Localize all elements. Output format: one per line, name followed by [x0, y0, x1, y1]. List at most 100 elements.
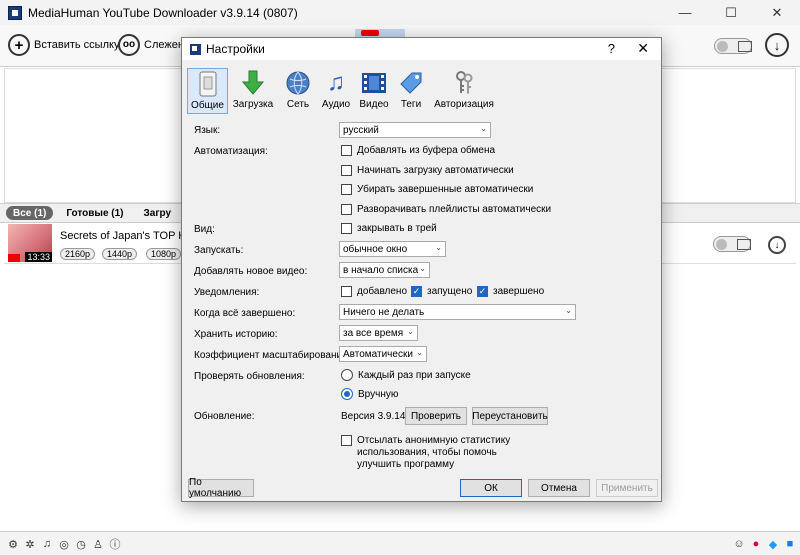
tab-label: Теги: [400, 99, 422, 110]
checkbox-box: [341, 165, 352, 176]
reddit-icon[interactable]: ●: [749, 537, 763, 551]
launch-label: Запускать:: [194, 245, 244, 256]
notify-added-checkbox[interactable]: добавлено: [341, 286, 407, 297]
notify-finished-checkbox[interactable]: ✓ завершено: [477, 286, 544, 297]
reinstall-button[interactable]: Переустановить: [472, 407, 548, 425]
notify-started-checkbox[interactable]: ✓ запущено: [411, 286, 472, 297]
phone-icon: [194, 70, 222, 98]
youtube-icon: [8, 254, 20, 262]
scale-value: Автоматически: [343, 348, 413, 360]
auto-clipboard-checkbox[interactable]: Добавлять из буфера обмена: [341, 145, 495, 156]
tab-download[interactable]: Загрузка: [232, 68, 274, 114]
help-button[interactable]: ?: [608, 41, 615, 56]
checkbox-box: [341, 145, 352, 156]
auto-expand-playlists-checkbox[interactable]: Разворачивать плейлисты автоматически: [341, 204, 551, 215]
facebook-icon[interactable]: ■: [783, 537, 797, 551]
close-window-button[interactable]: ✕: [754, 0, 800, 25]
update-on-start-radio[interactable]: Каждый раз при запуске: [341, 369, 471, 381]
filter-all[interactable]: Все (1): [6, 206, 54, 220]
resolution-chip[interactable]: 1440p: [102, 248, 138, 260]
dialog-app-icon: [190, 43, 201, 55]
window-titlebar: MediaHuman YouTube Downloader v3.9.14 (0…: [0, 0, 800, 25]
twitter-icon[interactable]: ◆: [766, 537, 780, 551]
launch-value: обычное окно: [343, 243, 408, 255]
chevron-down-icon: ⌄: [480, 124, 487, 133]
update-label: Обновление:: [194, 411, 255, 422]
plus-icon: +: [8, 34, 30, 56]
minimize-to-tray-checkbox[interactable]: закрывать в трей: [341, 223, 437, 234]
send-stats-checkbox[interactable]: Отсылать анонимную статистику использова…: [341, 435, 510, 471]
music-icon[interactable]: ♫: [40, 537, 54, 551]
apply-button[interactable]: Применить: [596, 479, 658, 497]
history-select[interactable]: за все время ⌄: [339, 325, 418, 341]
gear-icon[interactable]: ✲: [23, 537, 37, 551]
tab-video[interactable]: Видео: [358, 68, 390, 114]
users-icon[interactable]: ♙: [91, 537, 105, 551]
settings-icon[interactable]: ⚙: [6, 537, 20, 551]
checkbox-box: [341, 435, 352, 446]
auto-remove-checkbox[interactable]: Убирать завершенные автоматически: [341, 184, 533, 195]
item-player-icon: [737, 239, 751, 250]
face-icon[interactable]: ☺: [732, 537, 746, 551]
scale-select[interactable]: Автоматически ⌄: [339, 346, 427, 362]
view-label: Вид:: [194, 224, 215, 235]
chevron-down-icon: ⌄: [416, 348, 423, 357]
info-icon[interactable]: ⓘ: [108, 537, 122, 551]
check-updates-button[interactable]: Проверить: [405, 407, 467, 425]
checkmark-icon: ✓: [477, 286, 488, 297]
snail-icon[interactable]: ◎: [57, 537, 71, 551]
item-download-button[interactable]: ↓: [768, 236, 786, 254]
checkbox-box: [341, 223, 352, 234]
paste-link-button[interactable]: + Вставить ссылку: [8, 34, 119, 56]
launch-select[interactable]: обычное окно ⌄: [339, 241, 446, 257]
restore-defaults-button[interactable]: По умолчанию: [188, 477, 254, 499]
paste-link-label: Вставить ссылку: [34, 39, 120, 51]
download-all-button[interactable]: ↓: [765, 33, 789, 57]
filter-downloads[interactable]: Загру: [137, 206, 179, 220]
settings-dialog: Настройки ? ✕ Общие Загрузка Сеть ♫ Ауди…: [181, 37, 662, 502]
radio-label: Вручную: [358, 388, 399, 400]
history-value: за все время: [343, 327, 404, 339]
when-done-select[interactable]: Ничего не делать ⌄: [339, 304, 576, 320]
status-bar: ⚙ ✲ ♫ ◎ ◷ ♙ ⓘ ☺ ● ◆ ■: [0, 531, 800, 555]
resolution-chip[interactable]: 2160p: [60, 248, 96, 260]
radio-button-selected: [341, 388, 353, 400]
radio-button: [341, 369, 353, 381]
download-arrow-icon: [239, 69, 267, 97]
auto-start-checkbox[interactable]: Начинать загрузку автоматически: [341, 165, 514, 176]
globe-icon: [284, 69, 312, 97]
ok-button[interactable]: ОК: [460, 479, 522, 497]
tab-audio[interactable]: ♫ Аудио: [320, 68, 352, 114]
checkbox-label: закрывать в трей: [357, 223, 437, 234]
update-manual-radio[interactable]: Вручную: [341, 388, 398, 400]
checkbox-label: Убирать завершенные автоматически: [357, 184, 534, 195]
when-done-value: Ничего не делать: [343, 306, 425, 318]
filter-done[interactable]: Готовые (1): [59, 206, 130, 220]
checkbox-label: добавлено: [357, 286, 408, 297]
cancel-button[interactable]: Отмена: [528, 479, 590, 497]
tab-label: Загрузка: [232, 99, 274, 110]
chevron-down-icon: ⌄: [565, 306, 572, 315]
language-select[interactable]: русский ⌄: [339, 122, 491, 138]
add-new-select[interactable]: в начало списка ⌄: [339, 262, 430, 278]
dialog-titlebar: Настройки ? ✕: [182, 38, 661, 60]
scale-label: Коэффициент масштабирования:: [194, 350, 351, 361]
language-value: русский: [343, 124, 379, 136]
tab-label: Аудио: [321, 99, 351, 110]
when-done-label: Когда всё завершено:: [194, 308, 296, 319]
checkbox-box: [341, 184, 352, 195]
tab-network[interactable]: Сеть: [280, 68, 316, 114]
dialog-close-button[interactable]: ✕: [637, 40, 649, 57]
minimize-button[interactable]: —: [662, 0, 708, 25]
version-text: Версия 3.9.14: [341, 411, 406, 422]
clock-icon[interactable]: ◷: [74, 537, 88, 551]
checkbox-label: завершено: [493, 286, 545, 297]
tab-authorization[interactable]: Авторизация: [432, 68, 496, 114]
resolution-chip[interactable]: 1080p: [146, 248, 182, 260]
tracking-button[interactable]: oo Слежен: [118, 34, 184, 56]
maximize-button[interactable]: ☐: [708, 0, 754, 25]
tab-tags[interactable]: Теги: [396, 68, 426, 114]
stats-line: Отсылать анонимную статистику: [357, 435, 511, 446]
chevron-down-icon: ⌄: [435, 243, 442, 252]
tab-general[interactable]: Общие: [187, 68, 228, 114]
